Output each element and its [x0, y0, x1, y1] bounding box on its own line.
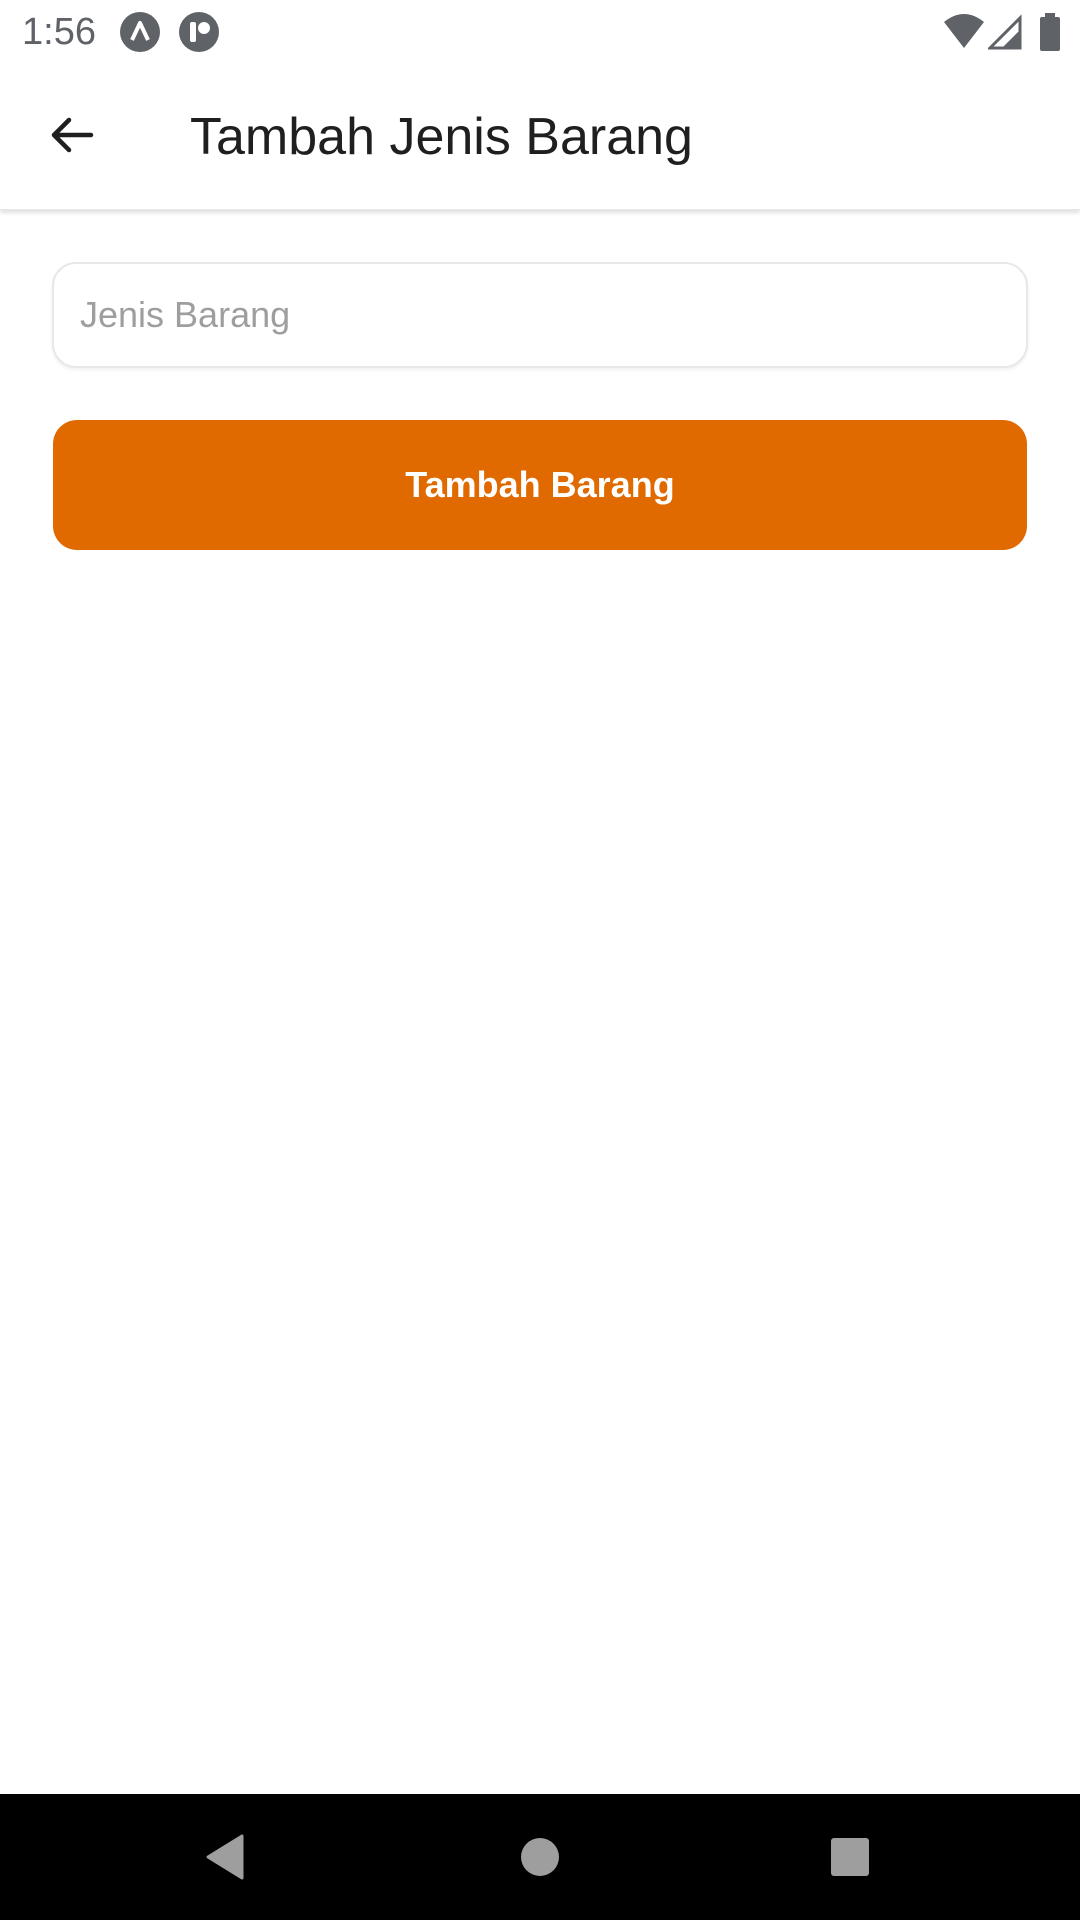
status-time: 1:56: [22, 11, 96, 53]
jenis-barang-input[interactable]: [54, 264, 1026, 366]
app-a-icon: [120, 12, 160, 52]
back-triangle-icon: [202, 1832, 252, 1887]
page-title: Tambah Jenis Barang: [190, 108, 693, 166]
recents-square-icon: [825, 1832, 875, 1887]
battery-icon: [1038, 12, 1062, 52]
home-circle-icon: [515, 1832, 565, 1887]
arrow-back-icon: [47, 110, 97, 165]
system-nav-bar: [0, 1794, 1080, 1920]
app-bar: Tambah Jenis Barang: [0, 63, 1080, 210]
screen: 1:56 Tambah Jenis Barang Jenis Barang Ta…: [0, 0, 1080, 1920]
wifi-icon: [944, 12, 984, 52]
nav-back-button[interactable]: [192, 1824, 262, 1894]
app-p-icon: [179, 12, 219, 52]
status-bar: 1:56: [0, 0, 1080, 63]
back-button[interactable]: [34, 99, 110, 175]
jenis-barang-field[interactable]: [52, 262, 1028, 368]
nav-home-button[interactable]: [505, 1824, 575, 1894]
nav-recents-button[interactable]: [815, 1824, 885, 1894]
tambah-barang-button[interactable]: Tambah Barang: [53, 420, 1027, 550]
cellular-signal-icon: [986, 12, 1022, 52]
